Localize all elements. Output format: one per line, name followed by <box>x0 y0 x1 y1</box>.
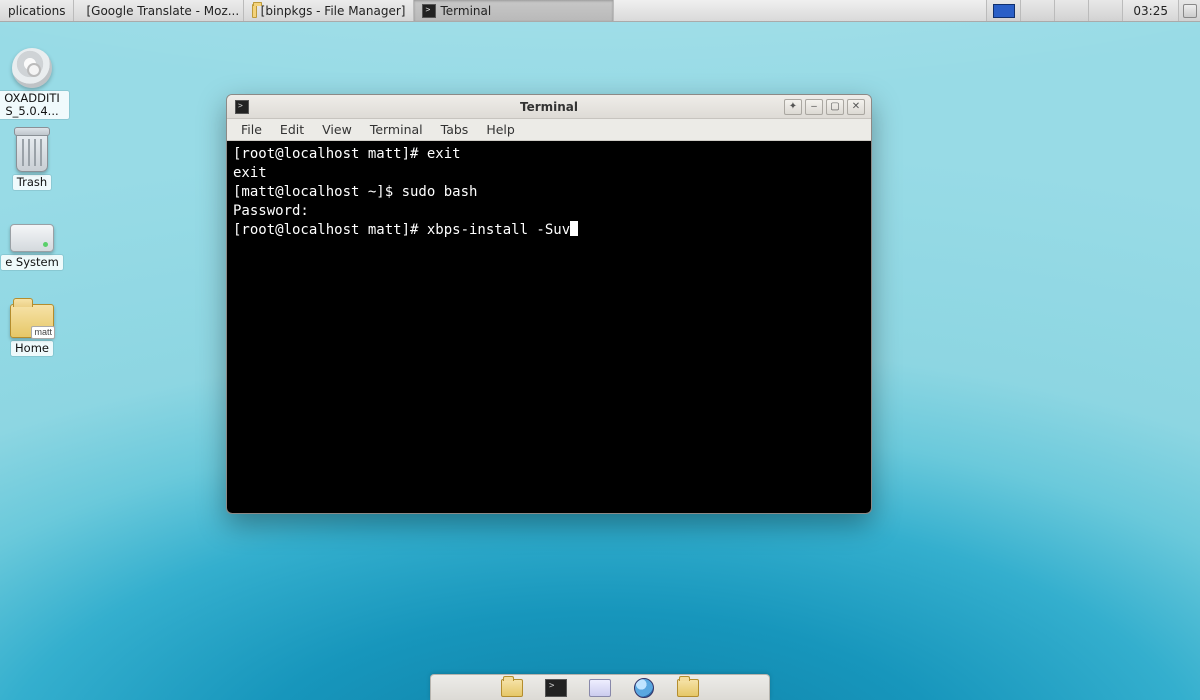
menu-view[interactable]: View <box>314 120 360 139</box>
terminal-output[interactable]: [root@localhost matt]# exit exit [matt@l… <box>227 141 871 513</box>
desktop-icon-disc[interactable]: OXADDITI S_5.0.4... <box>0 48 70 119</box>
menu-file[interactable]: File <box>233 120 270 139</box>
bottom-dock <box>430 674 770 700</box>
top-panel: plications [Google Translate - Moz... [b… <box>0 0 1200 22</box>
terminal-icon <box>545 679 567 697</box>
menu-terminal[interactable]: Terminal <box>362 120 431 139</box>
task-button-browser[interactable]: [Google Translate - Moz... <box>74 0 244 21</box>
desktop-icon-label: Trash <box>13 175 51 190</box>
terminal-line: Password: <box>233 203 309 219</box>
dock-launcher-files[interactable] <box>499 677 525 699</box>
workspace-switcher-2[interactable] <box>1020 0 1054 21</box>
dock-launcher-web[interactable] <box>631 677 657 699</box>
window-title: Terminal <box>227 100 871 114</box>
task-button-terminal[interactable]: Terminal <box>414 0 614 21</box>
desktop-icon-label: e System <box>1 255 63 270</box>
menu-help[interactable]: Help <box>478 120 523 139</box>
panel-spacer <box>614 0 986 21</box>
folder-icon <box>677 679 699 697</box>
workspace-switcher-4[interactable] <box>1088 0 1122 21</box>
menu-edit[interactable]: Edit <box>272 120 312 139</box>
globe-icon <box>634 678 654 698</box>
desktop-icon-label: OXADDITI S_5.0.4... <box>0 91 69 119</box>
clock-text: 03:25 <box>1133 4 1168 18</box>
optical-disc-icon <box>12 48 52 88</box>
task-label: Terminal <box>440 4 491 18</box>
terminal-line: [root@localhost matt]# xbps-install -Suv <box>233 222 570 238</box>
task-label: [binpkgs - File Manager] <box>261 4 406 18</box>
applications-menu-button[interactable]: plications <box>0 0 74 21</box>
window-minimize-button[interactable]: – <box>805 99 823 115</box>
terminal-cursor <box>570 221 578 236</box>
terminal-window[interactable]: Terminal ✦ – ▢ ✕ File Edit View Terminal… <box>226 94 872 514</box>
terminal-menubar: File Edit View Terminal Tabs Help <box>227 119 871 141</box>
dock-launcher-editor[interactable] <box>587 677 613 699</box>
applications-menu-label: plications <box>8 4 65 18</box>
desktop-icon-trash[interactable]: Trash <box>0 132 70 190</box>
desktop-icon-home[interactable]: matt Home <box>0 300 70 356</box>
dock-launcher-terminal[interactable] <box>543 677 569 699</box>
panel-clock[interactable]: 03:25 <box>1122 0 1178 21</box>
terminal-line: exit <box>233 165 267 181</box>
window-titlebar[interactable]: Terminal ✦ – ▢ ✕ <box>227 95 871 119</box>
task-label: [Google Translate - Moz... <box>86 4 239 18</box>
task-button-file-manager[interactable]: [binpkgs - File Manager] <box>244 0 414 21</box>
keyboard-icon <box>1183 4 1197 18</box>
terminal-line: [root@localhost matt]# exit <box>233 146 461 162</box>
terminal-icon <box>422 4 436 18</box>
tray-keyboard-indicator[interactable] <box>1178 0 1200 21</box>
trash-icon <box>16 132 48 172</box>
terminal-icon <box>235 100 249 114</box>
desktop-icon-label: Home <box>11 341 53 356</box>
window-maximize-button[interactable]: ▢ <box>826 99 844 115</box>
home-folder-tag: matt <box>31 326 55 339</box>
terminal-line: [matt@localhost ~]$ sudo bash <box>233 184 477 200</box>
drive-icon <box>10 224 54 252</box>
desktop-icon-filesystem[interactable]: e System <box>0 216 70 270</box>
folder-icon <box>252 4 256 18</box>
window-close-button[interactable]: ✕ <box>847 99 865 115</box>
folder-icon <box>501 679 523 697</box>
app-icon <box>589 679 611 697</box>
window-buttons: ✦ – ▢ ✕ <box>784 99 871 115</box>
folder-icon: matt <box>10 304 54 338</box>
dock-launcher-home[interactable] <box>675 677 701 699</box>
window-stick-button[interactable]: ✦ <box>784 99 802 115</box>
workspace-switcher[interactable] <box>986 0 1020 21</box>
menu-tabs[interactable]: Tabs <box>433 120 477 139</box>
workspace-switcher-3[interactable] <box>1054 0 1088 21</box>
